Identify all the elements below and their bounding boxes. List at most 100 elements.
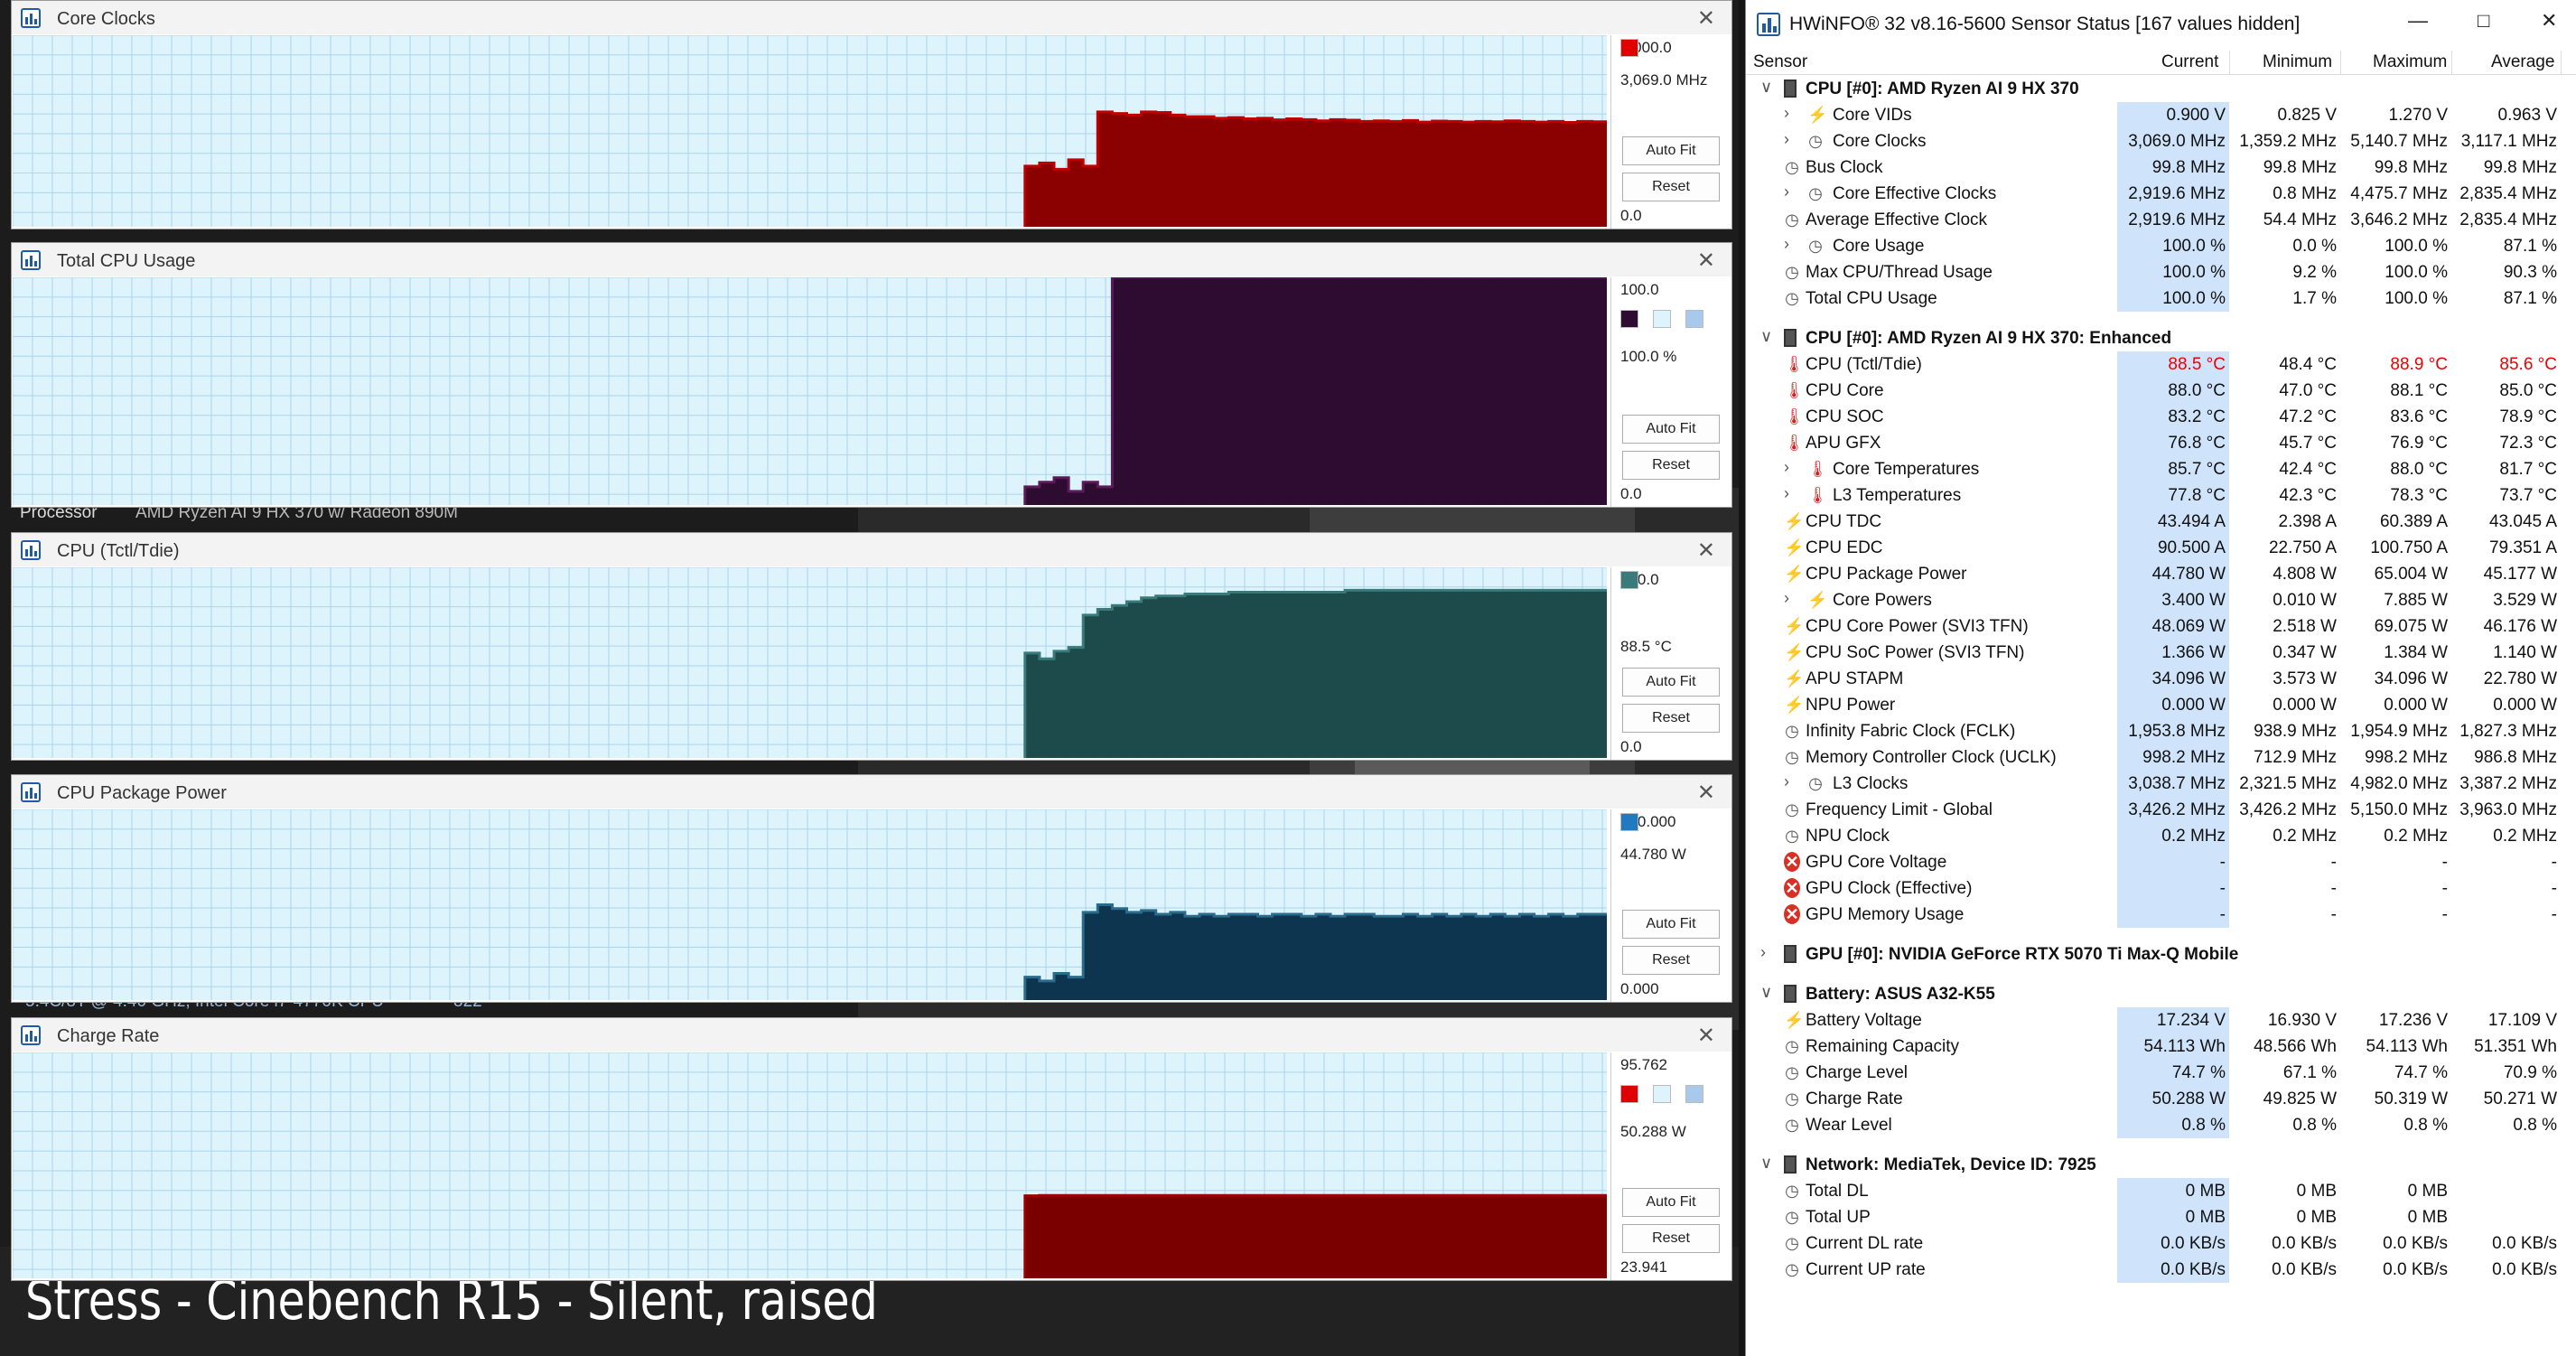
chevron-right-icon[interactable]: › — [1784, 182, 1789, 201]
close-icon[interactable]: ✕ — [1697, 248, 1715, 274]
sensor-row[interactable]: ⚡ CPU SoC Power (SVI3 TFN) 1.366 W 0.347… — [1746, 640, 2576, 666]
sensor-row[interactable]: ◷ Frequency Limit - Global 3,426.2 MHz 3… — [1746, 797, 2576, 823]
sensor-row[interactable]: ◷ Current UP rate 0.0 KB/s 0.0 KB/s 0.0 … — [1746, 1257, 2576, 1283]
chevron-down-icon[interactable]: ∨ — [1760, 327, 1772, 346]
chevron-right-icon[interactable]: › — [1784, 130, 1789, 149]
maximize-icon[interactable]: □ — [2478, 9, 2489, 33]
value-minimum: 0.8 MHz — [2273, 184, 2337, 203]
color-swatch[interactable] — [1620, 39, 1638, 57]
col-sensor[interactable]: Sensor — [1753, 52, 1807, 72]
reset-button[interactable]: Reset — [1622, 946, 1720, 975]
close-icon[interactable]: ✕ — [1697, 538, 1715, 564]
hwinfo-titlebar[interactable]: HWiNFO® 32 v8.16-5600 Sensor Status [167… — [1746, 0, 2576, 49]
close-icon[interactable]: ✕ — [1697, 5, 1715, 32]
color-swatch[interactable] — [1620, 571, 1638, 589]
sensor-row[interactable]: ◷ Charge Level 74.7 % 67.1 % 74.7 % 70.9… — [1746, 1060, 2576, 1086]
col-maximum[interactable]: Maximum — [2373, 52, 2447, 72]
sensor-group[interactable]: ∨ CPU [#0]: AMD Ryzen AI 9 HX 370: Enhan… — [1746, 325, 2576, 351]
sensor-group[interactable]: › GPU [#0]: NVIDIA GeForce RTX 5070 Ti M… — [1746, 941, 2576, 968]
color-swatch[interactable] — [1620, 310, 1638, 328]
color-swatch[interactable] — [1620, 1085, 1638, 1103]
sensor-row[interactable]: ◷ Current DL rate 0.0 KB/s 0.0 KB/s 0.0 … — [1746, 1230, 2576, 1257]
sensor-row[interactable]: ◷ Infinity Fabric Clock (FCLK) 1,953.8 M… — [1746, 718, 2576, 744]
color-swatch[interactable] — [1620, 813, 1638, 831]
auto-fit-button[interactable]: Auto Fit — [1622, 668, 1720, 697]
color-swatch[interactable] — [1653, 310, 1671, 328]
sensor-row[interactable]: ◷ Wear Level 0.8 % 0.8 % 0.8 % 0.8 % — [1746, 1112, 2576, 1138]
graph-bar — [1155, 1195, 1171, 1278]
chevron-right-icon[interactable]: › — [1784, 104, 1789, 123]
sensor-row[interactable]: ⚡ CPU TDC 43.494 A 2.398 A 60.389 A 43.0… — [1746, 509, 2576, 535]
sensor-row[interactable]: ✕ GPU Clock (Effective) - - - - — [1746, 875, 2576, 902]
sensor-row[interactable]: ◷ Remaining Capacity 54.113 Wh 48.566 Wh… — [1746, 1033, 2576, 1060]
col-current[interactable]: Current — [2161, 52, 2218, 72]
col-minimum[interactable]: Minimum — [2263, 52, 2332, 72]
chevron-right-icon[interactable]: › — [1784, 589, 1789, 608]
color-swatch[interactable] — [1685, 1085, 1703, 1103]
sensor-row[interactable]: › ◷ L3 Clocks 3,038.7 MHz 2,321.5 MHz 4,… — [1746, 771, 2576, 797]
sensor-row[interactable]: ◷ Total UP 0 MB 0 MB 0 MB — [1746, 1204, 2576, 1230]
sensor-row[interactable]: ✕ GPU Memory Usage - - - - — [1746, 902, 2576, 928]
sensor-row[interactable]: › ⚡ Core VIDs 0.900 V 0.825 V 1.270 V 0.… — [1746, 102, 2576, 128]
close-icon[interactable]: ✕ — [2541, 9, 2557, 33]
reset-button[interactable]: Reset — [1622, 704, 1720, 733]
chevron-right-icon[interactable]: › — [1784, 484, 1789, 503]
auto-fit-button[interactable]: Auto Fit — [1622, 415, 1720, 444]
graph-bar — [1403, 120, 1419, 227]
value-current: 3,038.7 MHz — [2128, 774, 2226, 793]
sensor-row[interactable]: › ◷ Core Clocks 3,069.0 MHz 1,359.2 MHz … — [1746, 128, 2576, 154]
sensor-row[interactable]: › ◷ Core Usage 100.0 % 0.0 % 100.0 % 87.… — [1746, 233, 2576, 259]
graph-titlebar[interactable]: CPU Package Power ✕ — [12, 775, 1731, 809]
graph-titlebar[interactable]: Total CPU Usage ✕ — [12, 243, 1731, 276]
reset-button[interactable]: Reset — [1622, 173, 1720, 201]
sensor-row[interactable]: › ⚡ Core Powers 3.400 W 0.010 W 7.885 W … — [1746, 587, 2576, 613]
sensor-row[interactable]: ⚡ CPU Core Power (SVI3 TFN) 48.069 W 2.5… — [1746, 613, 2576, 640]
sensor-row[interactable]: ⚡ CPU EDC 90.500 A 22.750 A 100.750 A 79… — [1746, 535, 2576, 561]
close-icon[interactable]: ✕ — [1697, 1023, 1715, 1049]
value-average: 0.963 V — [2497, 106, 2558, 125]
sensor-row[interactable]: 🌡 CPU (Tctl/Tdie) 88.5 °C 48.4 °C 88.9 °… — [1746, 351, 2576, 378]
color-swatch[interactable] — [1653, 1085, 1671, 1103]
sensor-row[interactable]: ◷ Total CPU Usage 100.0 % 1.7 % 100.0 % … — [1746, 285, 2576, 312]
graph-titlebar[interactable]: Core Clocks ✕ — [12, 1, 1731, 34]
color-swatch[interactable] — [1685, 310, 1703, 328]
chevron-right-icon[interactable]: › — [1784, 235, 1789, 254]
sensor-row[interactable]: ◷ Max CPU/Thread Usage 100.0 % 9.2 % 100… — [1746, 259, 2576, 285]
sensor-row[interactable]: ⚡ APU STAPM 34.096 W 3.573 W 34.096 W 22… — [1746, 666, 2576, 692]
sensor-row[interactable]: 🌡 CPU Core 88.0 °C 47.0 °C 88.1 °C 85.0 … — [1746, 378, 2576, 404]
sensor-row[interactable]: ◷ Average Effective Clock 2,919.6 MHz 54… — [1746, 207, 2576, 233]
chevron-down-icon[interactable]: ∨ — [1760, 78, 1772, 97]
auto-fit-button[interactable]: Auto Fit — [1622, 136, 1720, 165]
sensor-row[interactable]: ⚡ CPU Package Power 44.780 W 4.808 W 65.… — [1746, 561, 2576, 587]
minimize-icon[interactable]: — — [2408, 9, 2428, 33]
sensor-row[interactable]: › ◷ Core Effective Clocks 2,919.6 MHz 0.… — [1746, 181, 2576, 207]
sensor-row[interactable]: ⚡ NPU Power 0.000 W 0.000 W 0.000 W 0.00… — [1746, 692, 2576, 718]
sensor-row[interactable]: ◷ Total DL 0 MB 0 MB 0 MB — [1746, 1178, 2576, 1204]
sensor-row[interactable]: ⚡ Battery Voltage 17.234 V 16.930 V 17.2… — [1746, 1007, 2576, 1033]
reset-button[interactable]: Reset — [1622, 1224, 1720, 1253]
sensor-row[interactable]: 🌡 CPU SOC 83.2 °C 47.2 °C 83.6 °C 78.9 °… — [1746, 404, 2576, 430]
close-icon[interactable]: ✕ — [1697, 780, 1715, 806]
sensor-row[interactable]: › 🌡 Core Temperatures 85.7 °C 42.4 °C 88… — [1746, 456, 2576, 482]
col-average[interactable]: Average — [2491, 52, 2554, 72]
sensor-group[interactable]: ∨ Network: MediaTek, Device ID: 7925 — [1746, 1152, 2576, 1178]
sensor-row[interactable]: › 🌡 L3 Temperatures 77.8 °C 42.3 °C 78.3… — [1746, 482, 2576, 509]
sensor-row[interactable]: ◷ Bus Clock 99.8 MHz 99.8 MHz 99.8 MHz 9… — [1746, 154, 2576, 181]
chevron-down-icon[interactable]: ∨ — [1760, 1154, 1772, 1173]
reset-button[interactable]: Reset — [1622, 451, 1720, 480]
chevron-down-icon[interactable]: ∨ — [1760, 983, 1772, 1002]
sensor-row[interactable]: ◷ Charge Rate 50.288 W 49.825 W 50.319 W… — [1746, 1086, 2576, 1112]
graph-titlebar[interactable]: CPU (Tctl/Tdie) ✕ — [12, 533, 1731, 566]
sensor-group[interactable]: ∨ CPU [#0]: AMD Ryzen AI 9 HX 370 — [1746, 76, 2576, 102]
sensor-row[interactable]: 🌡 APU GFX 76.8 °C 45.7 °C 76.9 °C 72.3 °… — [1746, 430, 2576, 456]
sensor-row[interactable]: ◷ Memory Controller Clock (UCLK) 998.2 M… — [1746, 744, 2576, 771]
auto-fit-button[interactable]: Auto Fit — [1622, 1188, 1720, 1217]
sensor-row[interactable]: ◷ NPU Clock 0.2 MHz 0.2 MHz 0.2 MHz 0.2 … — [1746, 823, 2576, 849]
auto-fit-button[interactable]: Auto Fit — [1622, 910, 1720, 939]
chevron-right-icon[interactable]: › — [1760, 943, 1766, 962]
sensor-group[interactable]: ∨ Battery: ASUS A32-K55 — [1746, 981, 2576, 1007]
graph-titlebar[interactable]: Charge Rate ✕ — [12, 1018, 1731, 1052]
chevron-right-icon[interactable]: › — [1784, 772, 1789, 791]
sensor-row[interactable]: ✕ GPU Core Voltage - - - - — [1746, 849, 2576, 875]
chevron-right-icon[interactable]: › — [1784, 458, 1789, 477]
